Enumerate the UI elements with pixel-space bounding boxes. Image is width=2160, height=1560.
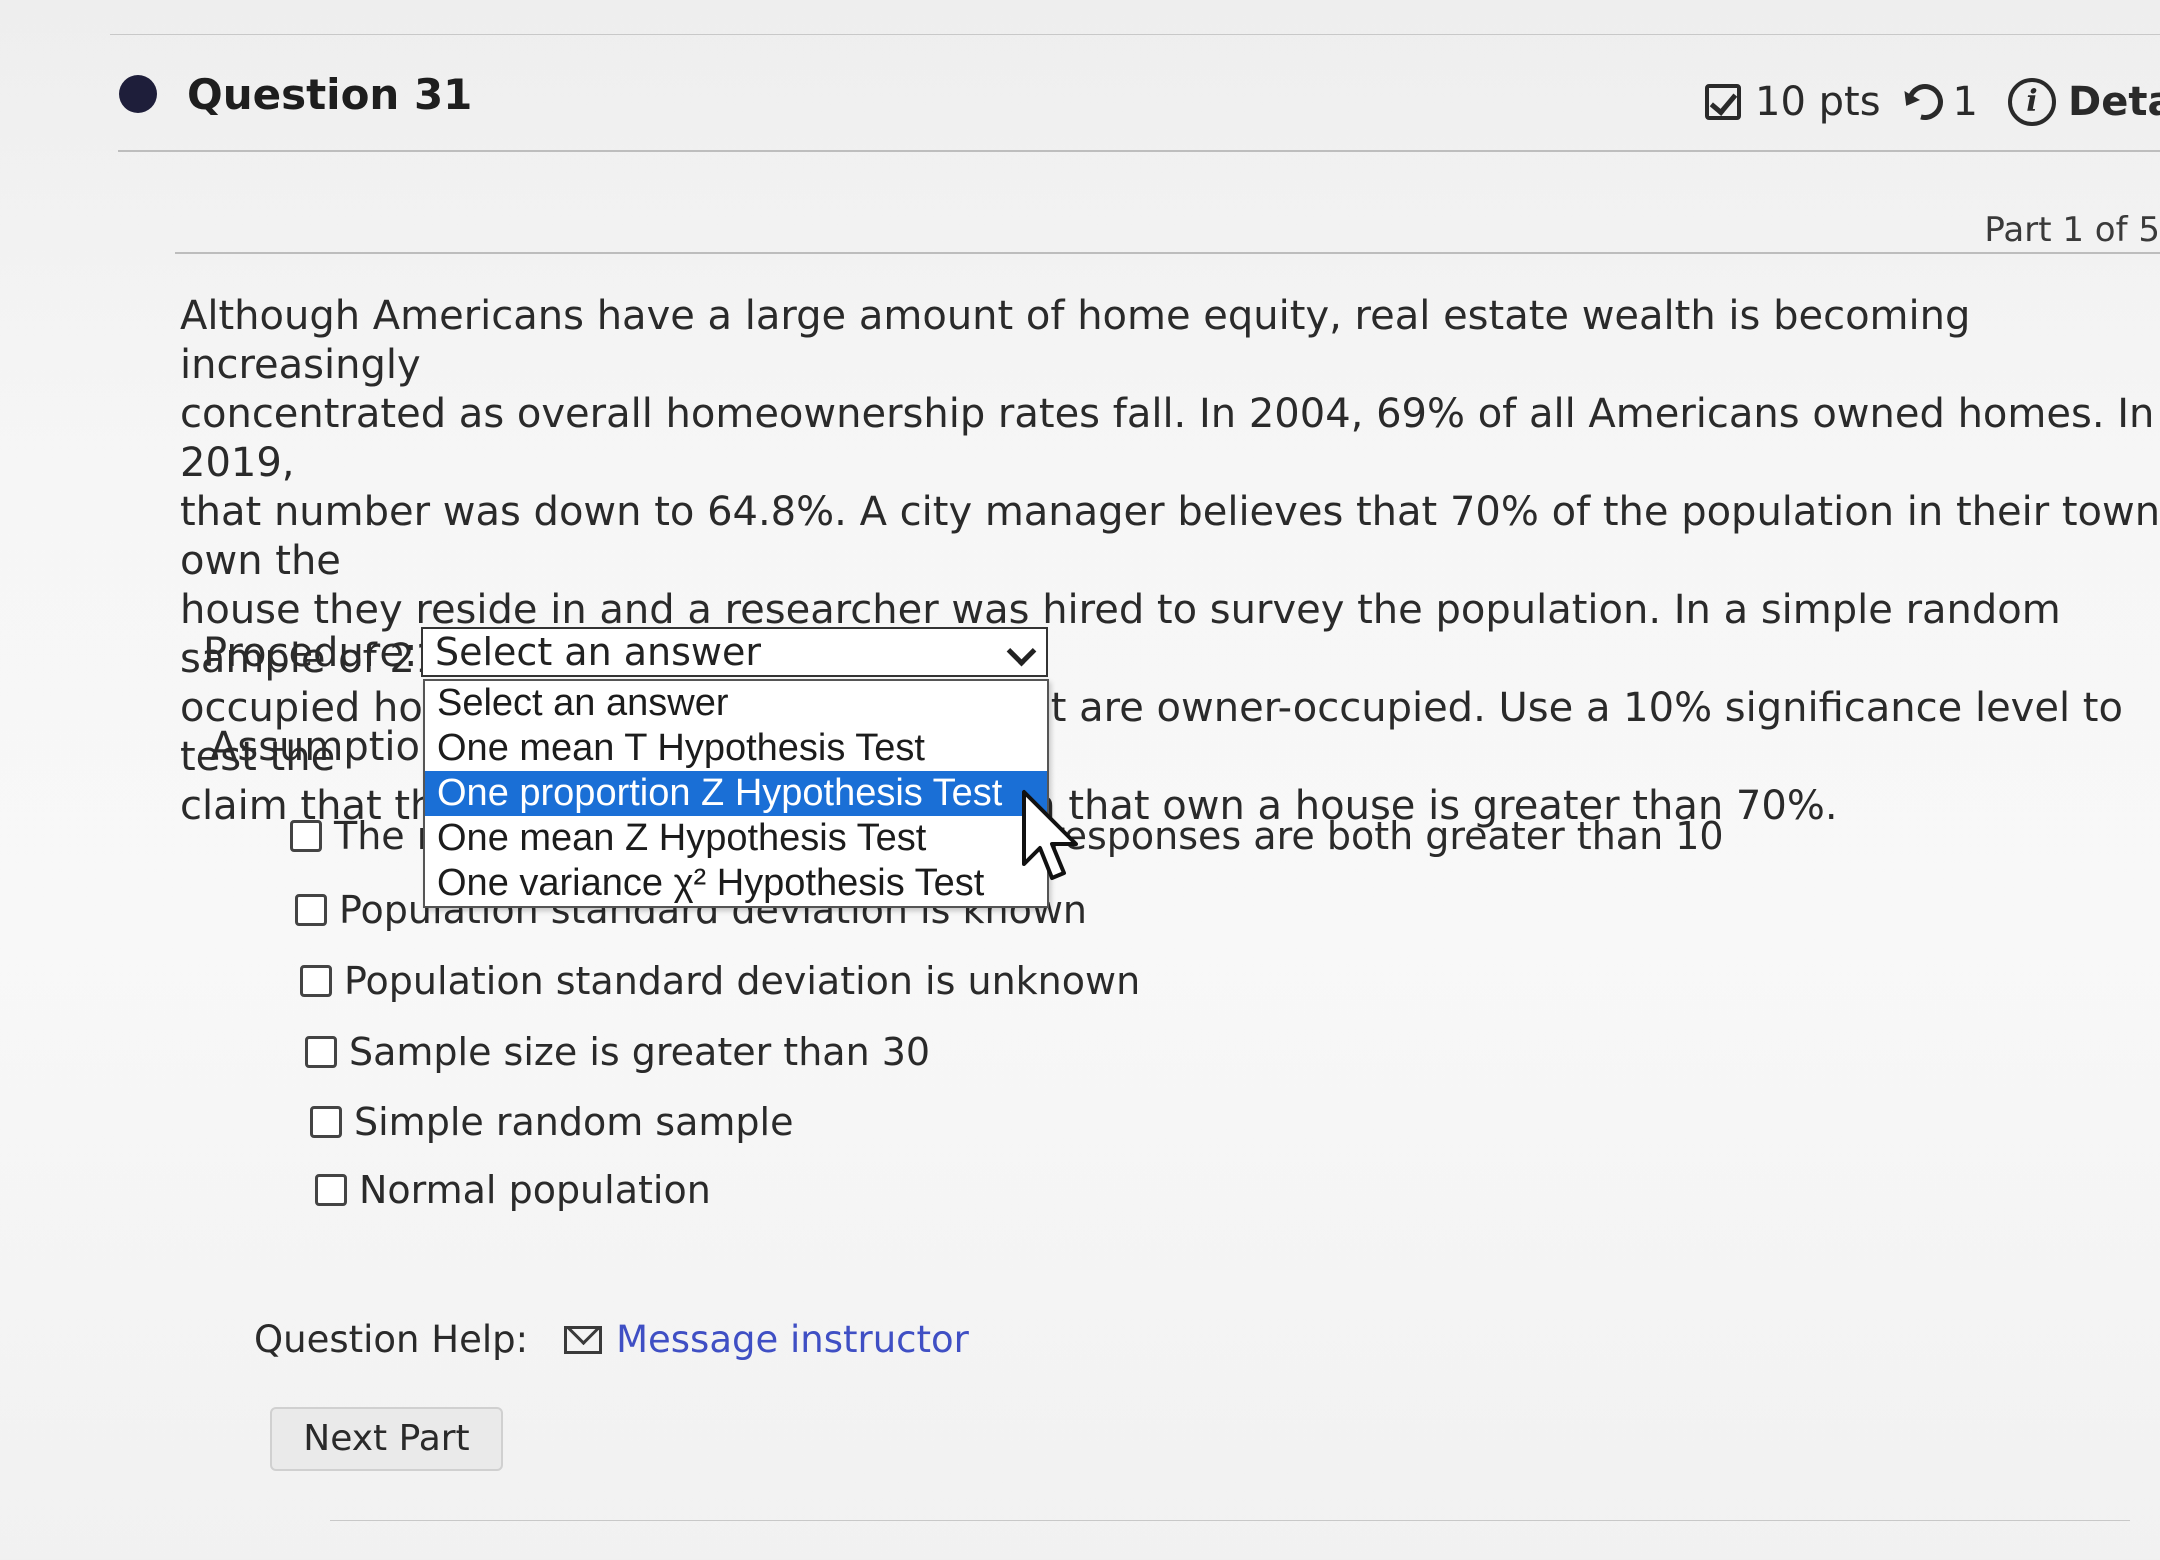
message-instructor-link[interactable]: Message instructor [616, 1318, 969, 1361]
part-divider [175, 252, 2160, 254]
assumption-checkbox[interactable] [310, 1106, 342, 1138]
bottom-divider [330, 1520, 2130, 1521]
checkbox-icon [1705, 84, 1741, 120]
question-line: that number was down to 64.8%. A city ma… [180, 489, 2160, 584]
question-line: Although Americans have a large amount o… [180, 293, 1971, 388]
assumption-checkbox[interactable] [295, 894, 327, 926]
question-help: Question Help: Message instructor [254, 1318, 969, 1361]
procedure-label: Procedure: [203, 630, 418, 676]
procedure-dropdown-list: Select an answer One mean T Hypothesis T… [423, 679, 1049, 908]
mail-icon [564, 1325, 603, 1354]
dropdown-option[interactable]: One mean Z Hypothesis Test [425, 816, 1047, 861]
assumption-label: Population standard deviation is unknown [344, 959, 1141, 1003]
question-meta: 10 pts 1 i Details [1705, 77, 2160, 127]
assumption-checkbox[interactable] [305, 1036, 337, 1068]
dropdown-option-highlighted[interactable]: One proportion Z Hypothesis Test [425, 771, 1047, 816]
retry-icon [1899, 77, 1950, 127]
mouse-cursor-icon [1022, 790, 1078, 880]
assumption-option[interactable]: Simple random sample [310, 1100, 793, 1144]
points-label: 10 pts [1755, 79, 1881, 125]
question-line: concentrated as overall homeownership ra… [180, 391, 2155, 486]
question-title: Question 31 [187, 70, 473, 119]
assumption-label: Sample size is greater than 30 [349, 1030, 931, 1074]
next-part-button[interactable]: Next Part [270, 1407, 503, 1471]
assumption-label: Simple random sample [354, 1100, 794, 1144]
assumption-label: Normal population [359, 1168, 711, 1212]
assumption-checkbox[interactable] [315, 1174, 347, 1206]
help-label: Question Help: [254, 1318, 529, 1361]
assumption-option[interactable]: Population standard deviation is unknown [300, 959, 1140, 1003]
header-divider [118, 150, 2160, 152]
details-link[interactable]: Details [2068, 79, 2160, 125]
part-indicator: Part 1 of 5 [1984, 210, 2160, 250]
question-bullet-icon [119, 75, 157, 113]
assumption-option[interactable]: Normal population [315, 1168, 711, 1212]
dropdown-option[interactable]: One mean T Hypothesis Test [425, 726, 1047, 771]
assumption-checkbox[interactable] [290, 820, 322, 852]
dropdown-option[interactable]: One variance χ² Hypothesis Test [425, 861, 1047, 906]
procedure-select[interactable]: Select an answer [421, 627, 1048, 677]
attempts-count: 1 [1952, 79, 1978, 125]
top-divider [110, 34, 2160, 35]
assumption-option[interactable]: Sample size is greater than 30 [305, 1030, 930, 1074]
dropdown-option[interactable]: Select an answer [425, 681, 1047, 726]
procedure-selected-value: Select an answer [435, 630, 762, 674]
assumption-checkbox[interactable] [300, 965, 332, 997]
chevron-down-icon [1006, 636, 1037, 667]
info-icon[interactable]: i [2007, 78, 2056, 126]
